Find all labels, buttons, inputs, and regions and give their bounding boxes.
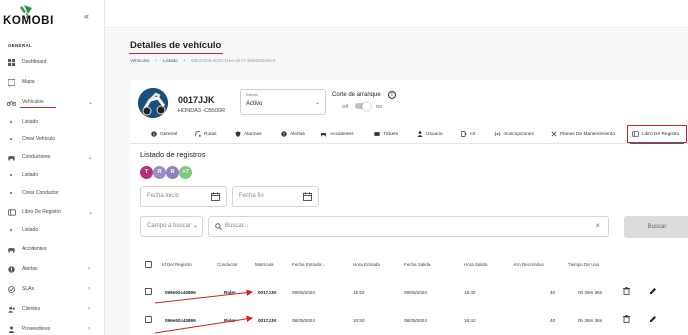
sla-icon — [7, 285, 16, 294]
th-hora-salida[interactable]: Hora Salida — [464, 262, 488, 267]
collapse-sidebar-icon[interactable]: « — [84, 11, 89, 21]
row-checkbox[interactable] — [145, 288, 152, 295]
register-book-icon — [7, 208, 16, 217]
sidebar-item-vehiculos-listado[interactable]: Listado — [0, 115, 104, 129]
th-fecha-entrada[interactable]: Fecha Entrada ↓ — [292, 262, 325, 267]
sidebar-item-label: Conductores — [22, 154, 51, 160]
th-hora-entrada[interactable]: Hora Entrada — [353, 262, 380, 267]
sidebar-item-label: Libro De Registro — [22, 209, 61, 215]
sidebar-item-slas[interactable]: SLAs › — [0, 282, 104, 296]
cell-conductor: Rider — [224, 290, 236, 295]
sidebar-item-conductores-listado[interactable]: Listado — [0, 168, 104, 182]
sidebar-item-mapa[interactable]: Mapa — [0, 75, 104, 89]
th-tiempo-de-uso[interactable]: Tiempo De Uso — [568, 262, 599, 267]
annotation-underline — [20, 107, 56, 108]
driver-icon — [7, 153, 16, 162]
dashboard-icon — [7, 58, 16, 67]
bullet-icon — [10, 192, 12, 194]
registros-table: Id Del Registro Conductor Matrícula Fech… — [130, 0, 688, 335]
app-root: KOMOBI « GENERAL Dashboard Mapa Vehículo… — [0, 0, 688, 335]
sidebar-item-label: Listado — [22, 172, 39, 178]
cell-km: 40 — [550, 290, 556, 295]
chevron-right-icon: › — [88, 306, 90, 312]
sidebar-item-label: Crear Conductor — [22, 190, 59, 196]
chevron-down-icon: ⌄ — [88, 99, 94, 106]
sidebar-item-clientes[interactable]: Clientes › — [0, 302, 104, 316]
th-conductor[interactable]: Conductor — [217, 262, 238, 267]
cell-fecha-salida: 08/05/2024 — [404, 318, 427, 323]
sidebar-item-label: Alertas — [22, 266, 38, 272]
bullet-icon — [10, 174, 12, 176]
row-checkbox[interactable] — [145, 316, 152, 323]
bullet-icon — [10, 229, 12, 231]
sidebar-section-label: GENERAL — [8, 43, 32, 48]
sidebar-item-label: Mapa — [22, 79, 35, 85]
sidebar-item-proveedores[interactable]: Proveedores › — [0, 322, 104, 335]
edit-icon[interactable] — [649, 315, 657, 323]
chevron-right-icon: › — [88, 266, 90, 272]
clients-icon — [7, 305, 16, 314]
sidebar-item-label: Listado — [22, 119, 39, 125]
cell-id: 096e92c40899 — [165, 290, 196, 295]
sidebar: KOMOBI « GENERAL Dashboard Mapa Vehículo… — [0, 0, 105, 335]
cell-hora-entrada: 15:50 — [353, 318, 365, 323]
map-icon — [7, 78, 16, 87]
cell-hora-entrada: 15:52 — [353, 290, 365, 295]
cell-fecha-salida: 08/05/2024 — [404, 290, 427, 295]
th-fecha-entrada-label: Fecha Entrada — [292, 262, 322, 267]
sidebar-item-label: Clientes — [22, 306, 41, 312]
th-fecha-salida[interactable]: Fecha Salida — [404, 262, 430, 267]
cell-fecha-entrada: 08/05/2024 — [292, 318, 315, 323]
select-all-checkbox[interactable] — [145, 261, 152, 268]
cell-id: 096e92c40899 — [165, 318, 196, 323]
sidebar-item-label: Crear Vehículo — [22, 136, 56, 142]
alert-icon — [7, 265, 16, 274]
cell-hora-salida: 16:42 — [464, 290, 476, 295]
sidebar-item-alertas[interactable]: Alertas › — [0, 262, 104, 276]
sidebar-item-crear-conductor[interactable]: Crear Conductor — [0, 186, 104, 200]
chevron-down-icon: ⌄ — [88, 154, 94, 161]
cell-fecha-entrada: 08/05/2024 — [292, 290, 315, 295]
sidebar-item-label: Proveedores — [22, 326, 51, 332]
cell-tiempo: 0h 36m 36s — [578, 318, 603, 323]
trash-icon[interactable] — [623, 287, 630, 295]
chevron-down-icon: ⌄ — [88, 209, 94, 216]
cell-km: 40 — [550, 318, 556, 323]
sidebar-item-crear-vehiculo[interactable]: Crear Vehículo — [0, 132, 104, 146]
cell-hora-salida: 16:42 — [464, 318, 476, 323]
bullet-icon — [10, 138, 12, 140]
sidebar-item-conductores[interactable]: Conductores ⌄ — [0, 150, 104, 164]
sort-down-icon: ↓ — [322, 262, 326, 267]
sidebar-item-label: SLAs — [22, 286, 34, 292]
edit-icon[interactable] — [649, 287, 657, 295]
table-row[interactable]: 096e92c40899 Rider 0017JJK 08/05/2024 15… — [130, 307, 688, 333]
sidebar-item-label: Accidentes — [22, 246, 47, 252]
cell-matricula: 0017JJK — [258, 318, 277, 323]
chevron-right-icon: › — [88, 326, 90, 332]
cell-conductor: Rider — [224, 318, 236, 323]
chevron-right-icon: › — [88, 286, 90, 292]
table-header: Id Del Registro Conductor Matrícula Fech… — [130, 256, 688, 274]
providers-icon — [7, 325, 16, 334]
cell-matricula: 0017JJK — [258, 290, 277, 295]
th-id[interactable]: Id Del Registro — [162, 262, 192, 267]
motorcycle-icon — [7, 98, 16, 107]
sidebar-item-label: Listado — [22, 227, 39, 233]
cell-tiempo: 0h 36m 36s — [578, 290, 603, 295]
bullet-icon — [10, 121, 12, 123]
accident-icon — [7, 245, 16, 254]
sidebar-item-label: Vehículos — [22, 99, 44, 105]
sidebar-item-libro-de-registro[interactable]: Libro De Registro ⌄ — [0, 205, 104, 219]
sidebar-item-libro-listado[interactable]: Listado — [0, 223, 104, 237]
logo-text: KOMOBI — [3, 15, 54, 27]
th-matricula[interactable]: Matrícula — [255, 262, 274, 267]
sidebar-item-dashboard[interactable]: Dashboard — [0, 55, 104, 69]
sidebar-item-accidentes[interactable]: Accidentes — [0, 242, 104, 256]
trash-icon[interactable] — [623, 315, 630, 323]
th-km-recorridos[interactable]: Km Recorridos — [514, 262, 544, 267]
sidebar-item-label: Dashboard — [22, 59, 47, 65]
table-row[interactable]: 096e92c40899 Rider 0017JJK 08/05/2024 15… — [130, 279, 688, 305]
